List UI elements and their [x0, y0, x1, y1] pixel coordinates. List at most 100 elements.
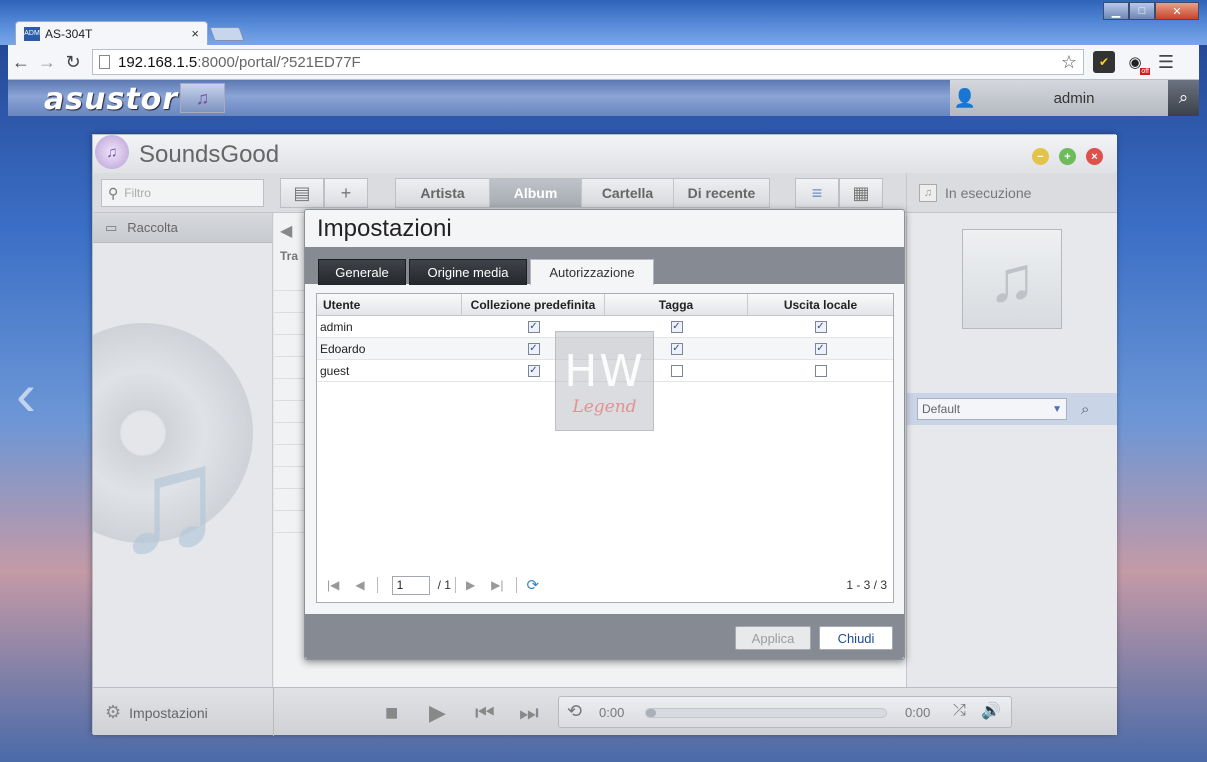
- local-output-checkbox[interactable]: ✓: [814, 342, 827, 355]
- local-output-checkbox[interactable]: ✓: [814, 320, 827, 333]
- repeat-icon[interactable]: ⟲: [567, 701, 582, 722]
- progress-slider[interactable]: [645, 708, 887, 718]
- add-button[interactable]: +: [324, 178, 368, 208]
- grid-view-button[interactable]: ▦: [839, 178, 883, 208]
- list-item: [274, 379, 304, 401]
- save-playlist-button[interactable]: ▤: [280, 178, 324, 208]
- tab-close-icon[interactable]: ×: [191, 26, 199, 41]
- last-page-icon[interactable]: ▶|: [491, 578, 503, 592]
- soundsgood-taskbar-icon[interactable]: ♫: [180, 83, 225, 113]
- playlist-selected: Default: [922, 402, 961, 416]
- watermark-main: HW: [564, 345, 645, 397]
- app-minimize-icon[interactable]: −: [1032, 148, 1049, 165]
- page-number-input[interactable]: [391, 575, 430, 595]
- default-collection-checkbox[interactable]: ✓: [527, 320, 540, 333]
- bookmark-star-icon[interactable]: ☆: [1061, 52, 1077, 73]
- list-item: [274, 401, 304, 423]
- tab-cartella[interactable]: Cartella: [582, 179, 674, 207]
- address-bar[interactable]: 192.168.1.5:8000/portal/?521ED77F ☆: [92, 49, 1084, 75]
- time-total: 0:00: [905, 705, 931, 720]
- reload-icon[interactable]: ↻: [60, 52, 86, 73]
- filter-search-icon: ⚲: [108, 184, 119, 201]
- shuffle-icon[interactable]: ⤮: [953, 702, 966, 720]
- tab-autorizzazione[interactable]: Autorizzazione: [530, 259, 654, 285]
- search-icon[interactable]: ⌕: [1168, 80, 1199, 116]
- time-elapsed: 0:00: [599, 705, 625, 720]
- player-controls: ⟲ 0:00 0:00 ⤮ 🔊: [558, 696, 1012, 728]
- tab-artista[interactable]: Artista: [396, 179, 490, 207]
- previous-page-icon[interactable]: ◀: [355, 578, 364, 592]
- next-page-icon[interactable]: ▶: [466, 578, 475, 592]
- window-minimize-icon[interactable]: ▁: [1103, 2, 1129, 20]
- user-cell: guest: [320, 363, 350, 378]
- back-arrow-icon[interactable]: ←: [8, 52, 34, 73]
- filter-input[interactable]: ⚲ Filtro: [101, 179, 264, 207]
- soundsgood-logo-icon: ♫: [95, 135, 129, 169]
- view-tabs: Artista Album Cartella Di recente: [395, 178, 770, 208]
- page-total: / 1: [437, 578, 451, 592]
- menu-icon[interactable]: ☰: [1155, 51, 1177, 73]
- previous-track-icon[interactable]: ⏮: [475, 700, 495, 726]
- playlist-select[interactable]: Default ▼: [917, 398, 1067, 420]
- forward-arrow-icon[interactable]: →: [34, 52, 60, 73]
- list-item: [274, 291, 304, 313]
- next-track-icon[interactable]: ⏭: [519, 700, 539, 726]
- apply-button[interactable]: Applica: [735, 626, 811, 650]
- tag-checkbox[interactable]: [670, 364, 683, 377]
- extension-off-icon[interactable]: ◉ off: [1124, 51, 1150, 75]
- column-collezione-predefinita[interactable]: Collezione predefinita: [462, 294, 605, 316]
- stop-icon[interactable]: ■: [385, 700, 398, 726]
- gear-icon: ⚙: [105, 702, 122, 722]
- list-item: [274, 511, 304, 533]
- filter-placeholder: Filtro: [124, 186, 151, 200]
- tab-di-recente[interactable]: Di recente: [674, 179, 769, 207]
- list-item: [274, 445, 304, 467]
- grid-header: Utente Collezione predefinita Tagga Usci…: [317, 294, 893, 316]
- window-close-icon[interactable]: ✕: [1155, 2, 1199, 20]
- back-arrow-icon[interactable]: ◀: [280, 221, 292, 241]
- user-menu[interactable]: 👤 admin: [950, 80, 1168, 116]
- desktop-previous-arrow-icon[interactable]: ‹: [16, 360, 36, 429]
- url-path: :8000/portal/?521ED77F: [197, 53, 361, 71]
- settings-button[interactable]: ⚙ Impostazioni: [105, 702, 208, 723]
- progress-fill: [646, 709, 656, 717]
- volume-icon[interactable]: 🔊: [981, 701, 1001, 721]
- browser-tab[interactable]: ADM AS-304T ×: [15, 21, 208, 45]
- local-output-checkbox[interactable]: [814, 364, 827, 377]
- app-close-icon[interactable]: ×: [1086, 148, 1103, 165]
- refresh-icon[interactable]: ⟳: [527, 576, 540, 594]
- dialog-footer: Applica Chiudi: [305, 614, 904, 659]
- tab-album[interactable]: Album: [490, 179, 582, 207]
- list-view-button[interactable]: ≡: [795, 178, 839, 208]
- watermark-sub: Legend: [572, 396, 637, 417]
- playlist-row: Default ▼ ⌕: [907, 393, 1117, 425]
- tag-checkbox[interactable]: ✓: [670, 342, 683, 355]
- asustor-logo: asustor: [44, 82, 179, 117]
- permissions-grid: Utente Collezione predefinita Tagga Usci…: [316, 293, 894, 603]
- column-uscita-locale[interactable]: Uscita locale: [748, 294, 893, 316]
- close-button[interactable]: Chiudi: [819, 626, 893, 650]
- list-item: [274, 335, 304, 357]
- first-page-icon[interactable]: |◀: [327, 578, 339, 592]
- tab-generale[interactable]: Generale: [318, 259, 406, 285]
- column-utente[interactable]: Utente: [317, 294, 462, 316]
- pagination-bar: |◀ ◀ / 1 ▶ ▶| ⟳ 1 - 3 / 3: [317, 570, 893, 600]
- url-host: 192.168.1.5: [118, 53, 198, 71]
- playlist-search-icon[interactable]: ⌕: [1081, 401, 1089, 418]
- norton-icon[interactable]: ✔: [1093, 51, 1115, 73]
- default-collection-checkbox[interactable]: ✓: [527, 342, 540, 355]
- sidebar-item-raccolta[interactable]: ▭ Raccolta: [93, 213, 272, 243]
- user-name: admin: [1053, 89, 1095, 107]
- app-maximize-icon[interactable]: +: [1059, 148, 1076, 165]
- adm-favicon-icon: ADM: [24, 26, 40, 41]
- tag-checkbox[interactable]: ✓: [670, 320, 683, 333]
- now-playing-panel: ♫ In esecuzione ♫ Default ▼ ⌕: [906, 173, 1117, 687]
- default-collection-checkbox[interactable]: ✓: [527, 364, 540, 377]
- list-item: [274, 489, 304, 511]
- tab-origine-media[interactable]: Origine media: [409, 259, 527, 285]
- column-tagga[interactable]: Tagga: [605, 294, 748, 316]
- play-icon[interactable]: ▶: [429, 700, 446, 726]
- app-window-controls: − + ×: [1022, 148, 1103, 165]
- window-maximize-icon[interactable]: □: [1129, 2, 1155, 20]
- new-tab-button[interactable]: [209, 27, 245, 41]
